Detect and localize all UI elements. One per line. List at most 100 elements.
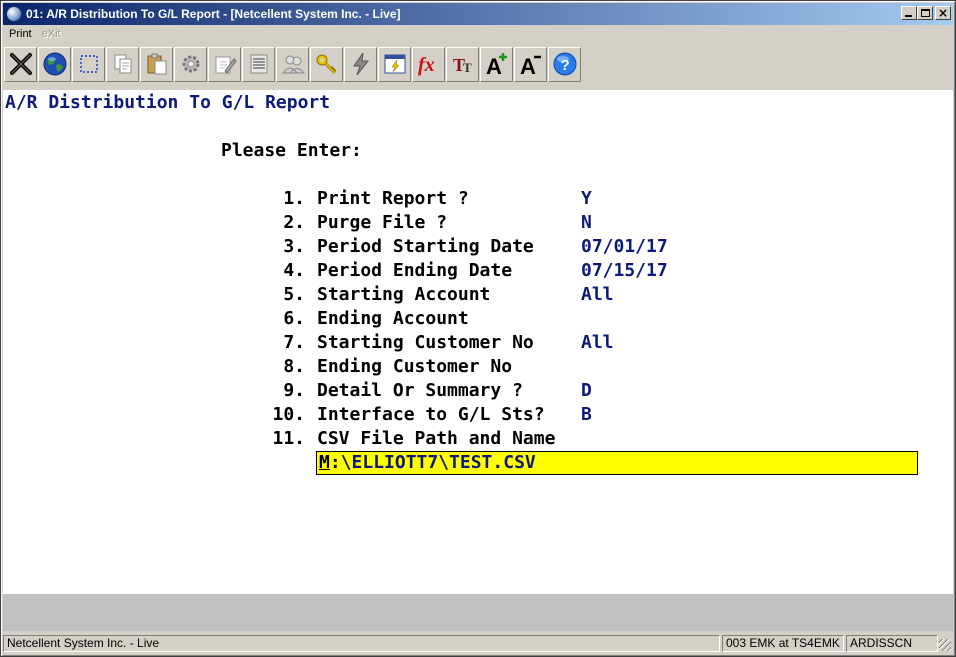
svg-text:T: T <box>463 60 472 75</box>
increase-font-icon: A <box>486 53 507 77</box>
increase-font-tool-button[interactable]: A <box>480 46 513 82</box>
screen-area: A/R Distribution To G/L Report Please En… <box>3 90 953 594</box>
minimize-button[interactable] <box>901 6 917 20</box>
status-session: 003 EMK at TS4EMK <box>722 634 844 652</box>
field-number: 5. <box>283 284 305 305</box>
field-value[interactable]: Y <box>581 187 592 211</box>
copy-icon <box>114 54 131 74</box>
field-row-starting-customer[interactable]: 7. Starting Customer No All <box>3 331 953 355</box>
field-row-starting-account[interactable]: 5. Starting Account All <box>3 283 953 307</box>
users-icon <box>281 55 305 74</box>
toolbar: fx TT A A ? <box>4 45 582 83</box>
field-value[interactable]: D <box>581 379 592 403</box>
status-screen-id: ARDISSCN <box>846 634 938 652</box>
field-label: Purge File ? <box>317 212 448 233</box>
field-row-print-report[interactable]: 1. Print Report ? Y <box>3 187 953 211</box>
field-label: CSV File Path and Name <box>317 428 556 449</box>
field-value[interactable]: All <box>581 331 614 355</box>
close-button[interactable]: × <box>935 6 951 20</box>
field-row-interface-gl[interactable]: 10. Interface to G/L Sts? B <box>3 403 953 427</box>
field-value[interactable]: 07/15/17 <box>581 259 668 283</box>
settings-gear-icon <box>182 55 199 73</box>
field-value[interactable]: 07/01/17 <box>581 235 668 259</box>
status-company: Netcellent System Inc. - Live <box>3 634 720 652</box>
calendar-icon <box>384 54 405 74</box>
field-row-period-end[interactable]: 4. Period Ending Date 07/15/17 <box>3 259 953 283</box>
list-tool-button[interactable] <box>242 46 275 82</box>
field-number: 2. <box>283 212 305 233</box>
close-icon: × <box>937 6 949 20</box>
paste-icon <box>147 53 166 75</box>
app-window: 01: A/R Distribution To G/L Report - [Ne… <box>0 0 956 657</box>
report-title: A/R Distribution To G/L Report <box>5 92 331 113</box>
field-number: 3. <box>283 236 305 257</box>
prompt-heading: Please Enter: <box>221 140 362 161</box>
svg-text:?: ? <box>560 57 569 74</box>
svg-text:fx: fx <box>418 54 435 76</box>
field-label: Ending Customer No <box>317 356 513 377</box>
lightning-tool-button[interactable] <box>344 46 377 82</box>
svg-text:A: A <box>520 54 536 77</box>
csv-path-text: :\ELLIOTT7\TEST.CSV <box>329 452 536 473</box>
list-icon <box>250 54 267 74</box>
menu-exit[interactable]: eXit <box>36 28 65 40</box>
field-row-csv-path[interactable]: 11. CSV File Path and Name <box>3 427 953 451</box>
field-row-ending-account[interactable]: 6. Ending Account <box>3 307 953 331</box>
field-number: 4. <box>283 260 305 281</box>
field-number: 10. <box>272 404 305 425</box>
field-label: Ending Account <box>317 308 469 329</box>
maximize-icon <box>921 9 930 17</box>
field-number: 6. <box>283 308 305 329</box>
field-number: 7. <box>283 332 305 353</box>
select-tool-button[interactable] <box>72 46 105 82</box>
window-title: 01: A/R Distribution To G/L Report - [Ne… <box>26 7 401 21</box>
field-value[interactable]: B <box>581 403 592 427</box>
message-area <box>3 594 953 631</box>
exit-tool-button[interactable] <box>4 46 37 82</box>
field-label: Detail Or Summary ? <box>317 380 523 401</box>
decrease-font-tool-button[interactable]: A <box>514 46 547 82</box>
field-number: 11. <box>272 428 305 449</box>
function-tool-button[interactable]: fx <box>412 46 445 82</box>
field-label: Starting Customer No <box>317 332 534 353</box>
maximize-button[interactable] <box>917 6 933 20</box>
field-value[interactable]: All <box>581 283 614 307</box>
help-icon: ? <box>553 52 576 76</box>
window-controls: × <box>901 6 951 20</box>
field-number: 9. <box>283 380 305 401</box>
field-value[interactable]: N <box>581 211 592 235</box>
field-row-ending-customer[interactable]: 8. Ending Customer No <box>3 355 953 379</box>
field-label: Print Report ? <box>317 188 469 209</box>
close-x-icon <box>9 53 32 75</box>
app-globe-icon[interactable] <box>6 6 22 22</box>
internet-tool-button[interactable] <box>38 46 71 82</box>
field-row-period-start[interactable]: 3. Period Starting Date 07/01/17 <box>3 235 953 259</box>
paste-tool-button[interactable] <box>140 46 173 82</box>
help-tool-button[interactable]: ? <box>548 46 581 82</box>
globe-icon <box>43 52 66 76</box>
key-tool-button[interactable] <box>310 46 343 82</box>
field-label: Period Ending Date <box>317 260 513 281</box>
users-tool-button[interactable] <box>276 46 309 82</box>
field-row-detail-summary[interactable]: 9. Detail Or Summary ? D <box>3 379 953 403</box>
copy-tool-button[interactable] <box>106 46 139 82</box>
menu-print[interactable]: Print <box>3 28 36 40</box>
decrease-font-icon: A <box>520 54 541 77</box>
field-label: Starting Account <box>317 284 491 305</box>
minimize-icon <box>905 15 912 17</box>
key-icon <box>316 54 336 75</box>
status-bar: Netcellent System Inc. - Live 003 EMK at… <box>3 633 953 653</box>
select-box-icon <box>79 55 98 73</box>
field-label: Period Starting Date <box>317 236 534 257</box>
title-bar[interactable]: 01: A/R Distribution To G/L Report - [Ne… <box>3 3 953 25</box>
font-style-tool-button[interactable]: TT <box>446 46 479 82</box>
resize-grip-icon[interactable] <box>939 639 951 651</box>
font-size-icon: TT <box>453 55 472 75</box>
settings-tool-button[interactable] <box>174 46 207 82</box>
field-row-purge-file[interactable]: 2. Purge File ? N <box>3 211 953 235</box>
csv-path-input[interactable]: M:\ELLIOTT7\TEST.CSV <box>316 451 918 475</box>
edit-tool-button[interactable] <box>208 46 241 82</box>
menu-bar: Print eXit <box>3 25 953 43</box>
calendar-tool-button[interactable] <box>378 46 411 82</box>
field-number: 8. <box>283 356 305 377</box>
